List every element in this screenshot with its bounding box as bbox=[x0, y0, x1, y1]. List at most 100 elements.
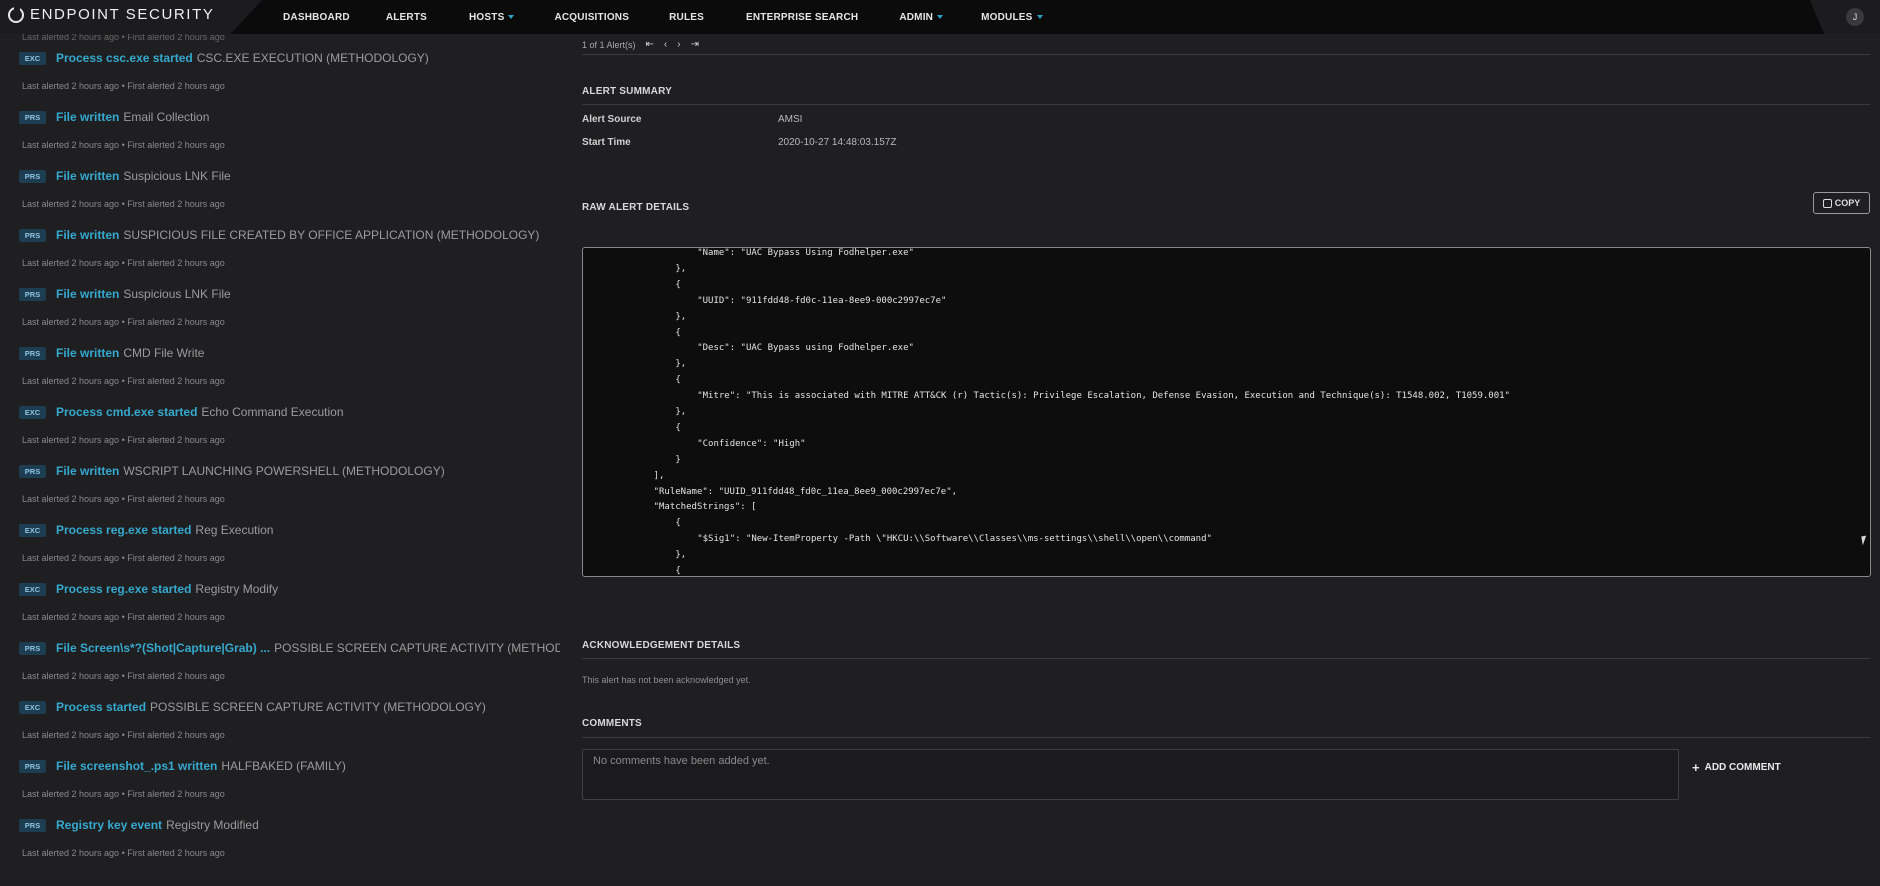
json-line: ], bbox=[653, 470, 665, 481]
nav-item-acquisitions[interactable]: ACQUISITIONS bbox=[554, 12, 629, 23]
alert-event[interactable]: Process started bbox=[56, 700, 146, 714]
alert-list-item[interactable]: PRS File written Email Collection Last aler… bbox=[0, 94, 560, 153]
alert-list-item[interactable]: EXC Process csc.exe started CSC.EXE EXECUT… bbox=[0, 35, 560, 94]
nav-item-label: DASHBOARD bbox=[283, 11, 350, 23]
alert-title: Registry key event Registry Modified bbox=[56, 818, 259, 832]
alert-title: Process cmd.exe started Echo Command Exec… bbox=[56, 405, 344, 419]
nav-item-label: RULES bbox=[669, 11, 705, 23]
pager: 1 of 1 Alert(s) ⇤ ‹ › ⇥ bbox=[582, 39, 699, 50]
alert-title: File written CMD File Write bbox=[56, 346, 204, 360]
brand-logo-icon bbox=[8, 5, 24, 23]
next-page-icon[interactable]: › bbox=[677, 39, 680, 50]
alert-event[interactable]: Registry key event bbox=[56, 818, 162, 832]
add-comment-button[interactable]: + ADD COMMENT bbox=[1692, 761, 1781, 774]
last-page-icon[interactable]: ⇥ bbox=[691, 39, 699, 50]
divider bbox=[582, 54, 1870, 55]
alert-type-badge: PRS bbox=[19, 347, 46, 360]
alert-list-item[interactable]: PRS Registry key event Registry Modified La… bbox=[0, 802, 560, 861]
alert-list-item[interactable]: PRS File written Suspicious LNK File Last a… bbox=[0, 271, 560, 330]
brand[interactable]: ENDPOINT SECURITY bbox=[8, 5, 214, 23]
alert-event[interactable]: File written bbox=[56, 110, 119, 124]
json-line: }, bbox=[675, 311, 687, 322]
alert-title: File written Suspicious LNK File bbox=[56, 287, 231, 301]
alert-list-item[interactable]: EXC Process started POSSIBLE SCREEN CAPTUR… bbox=[0, 684, 560, 743]
start-time-label: Start Time bbox=[582, 137, 631, 148]
json-line: "UUID": "911fdd48-fd0c-11ea-8ee9-000c299… bbox=[697, 295, 947, 306]
alert-rule: POSSIBLE SCREEN CAPTURE ACTIVITY (METHOD… bbox=[150, 700, 486, 714]
alert-title: File written Suspicious LNK File bbox=[56, 169, 231, 183]
nav-item-admin[interactable]: ADMIN bbox=[899, 12, 944, 23]
alert-meta: Last alerted 2 hours ago • First alerted… bbox=[22, 435, 225, 445]
json-line: } bbox=[675, 454, 681, 465]
alert-meta: Last alerted 2 hours ago • First alerted… bbox=[22, 317, 225, 327]
nav-item-alerts[interactable]: ALERTS bbox=[386, 12, 427, 23]
alert-type-badge: PRS bbox=[19, 465, 46, 478]
alert-meta: Last alerted 2 hours ago • First alerted… bbox=[22, 789, 225, 799]
first-page-icon[interactable]: ⇤ bbox=[646, 39, 654, 50]
alert-title: File Screen\s*?(Shot|Capture|Grab) ... PO… bbox=[56, 641, 560, 655]
comments-heading: COMMENTS bbox=[582, 718, 642, 729]
copy-button[interactable]: COPY bbox=[1813, 192, 1870, 214]
alert-meta: Last alerted 2 hours ago • First alerted… bbox=[22, 199, 225, 209]
alert-rule: CMD File Write bbox=[123, 346, 205, 360]
chevron-down-icon bbox=[1036, 15, 1043, 19]
alert-rule: Reg Execution bbox=[195, 523, 274, 537]
prev-page-icon[interactable]: ‹ bbox=[664, 39, 667, 50]
pager-text: 1 of 1 Alert(s) bbox=[582, 39, 636, 50]
json-line: "Name": "UAC Bypass Using Fodhelper.exe" bbox=[697, 248, 914, 258]
nav-item-label: ALERTS bbox=[385, 11, 428, 23]
json-line: }, bbox=[675, 550, 687, 561]
alert-title: Process reg.exe started Registry Modify bbox=[56, 582, 278, 596]
alert-meta: Last alerted 2 hours ago • First alerted… bbox=[22, 376, 225, 386]
alert-event[interactable]: File written bbox=[56, 228, 119, 242]
alert-meta: Last alerted 2 hours ago • First alerted… bbox=[22, 612, 225, 622]
alert-list-item[interactable]: EXC Process reg.exe started Reg Execution L… bbox=[0, 507, 560, 566]
alert-title: File written WSCRIPT LAUNCHING POWERSHELL… bbox=[56, 464, 445, 478]
alert-type-badge: PRS bbox=[19, 229, 46, 242]
alert-event[interactable]: File written bbox=[56, 464, 119, 478]
alert-event[interactable]: File Screen\s*?(Shot|Capture|Grab) ... bbox=[56, 641, 270, 655]
comment-input[interactable] bbox=[583, 750, 1678, 799]
divider bbox=[582, 104, 1870, 105]
alert-list-item[interactable]: PRS File Screen\s*?(Shot|Capture|Grab) ..… bbox=[0, 625, 560, 684]
alert-title: Process started POSSIBLE SCREEN CAPTURE A… bbox=[56, 700, 486, 714]
nav-item-label: HOSTS bbox=[469, 11, 505, 23]
alert-rule: CSC.EXE EXECUTION (METHODOLOGY) bbox=[196, 51, 429, 65]
user-avatar[interactable]: J bbox=[1846, 8, 1864, 26]
alert-event[interactable]: Process reg.exe started bbox=[56, 523, 191, 537]
raw-alert-json-viewer[interactable]: "Name": "UAC Bypass Using Fodhelper.exe"… bbox=[582, 247, 1871, 577]
nav-item-hosts[interactable]: HOSTS bbox=[469, 11, 515, 23]
alert-rule: HALFBAKED (FAMILY) bbox=[221, 759, 346, 773]
alert-meta: Last alerted 2 hours ago • First alerted… bbox=[22, 258, 225, 268]
alert-list-item[interactable]: EXC Process cmd.exe started Echo Command E… bbox=[0, 389, 560, 448]
main-nav: DASHBOARD ALERTS HOSTS ACQUISITIONS RULES ENT… bbox=[283, 0, 1043, 34]
alert-list-item[interactable]: EXC Process reg.exe started Registry Modif… bbox=[0, 566, 560, 625]
json-line: { bbox=[675, 327, 681, 338]
alert-list-item[interactable]: PRS File written Suspicious LNK File Last a… bbox=[0, 153, 560, 212]
nav-item-modules[interactable]: MODULES bbox=[981, 12, 1043, 23]
alert-meta: Last alerted 2 hours ago • First alerted… bbox=[22, 553, 225, 563]
alert-event[interactable]: File screenshot_.ps1 written bbox=[56, 759, 217, 773]
alert-event[interactable]: File written bbox=[56, 346, 119, 360]
alert-title: Process reg.exe started Reg Execution bbox=[56, 523, 273, 537]
alert-event[interactable]: Process csc.exe started bbox=[56, 51, 193, 65]
nav-item-enterprise-search[interactable]: ENTERPRISE SEARCH bbox=[746, 12, 858, 23]
nav-item-rules[interactable]: RULES bbox=[669, 12, 704, 23]
alert-event[interactable]: File written bbox=[56, 169, 119, 183]
alert-event[interactable]: Process cmd.exe started bbox=[56, 405, 197, 419]
alert-event[interactable]: Process reg.exe started bbox=[56, 582, 191, 596]
alert-event[interactable]: File written bbox=[56, 287, 119, 301]
alert-list-item[interactable]: PRS File written WSCRIPT LAUNCHING POWERSH… bbox=[0, 448, 560, 507]
alert-rule: Email Collection bbox=[123, 110, 210, 124]
alert-type-badge: EXC bbox=[19, 524, 46, 537]
alert-list-item[interactable]: PRS File written SUSPICIOUS FILE CREATED B… bbox=[0, 212, 560, 271]
acknowledgement-details-heading: ACKNOWLEDGEMENT DETAILS bbox=[582, 640, 741, 651]
top-navigation-bar: ENDPOINT SECURITY DASHBOARD ALERTS HOSTS AC… bbox=[0, 0, 1880, 34]
alert-rule: POSSIBLE SCREEN CAPTURE ACTIVITY (METHOD… bbox=[274, 641, 560, 655]
alert-list-item[interactable]: PRS File screenshot_.ps1 written HALFBAKED… bbox=[0, 743, 560, 802]
alert-list-item[interactable]: PRS File written CMD File Write Last alerte… bbox=[0, 330, 560, 389]
divider bbox=[582, 737, 1870, 738]
alert-source-label: Alert Source bbox=[582, 114, 642, 125]
alert-title: File screenshot_.ps1 written HALFBAKED (F… bbox=[56, 759, 346, 773]
nav-item-dashboard[interactable]: DASHBOARD bbox=[283, 12, 350, 23]
